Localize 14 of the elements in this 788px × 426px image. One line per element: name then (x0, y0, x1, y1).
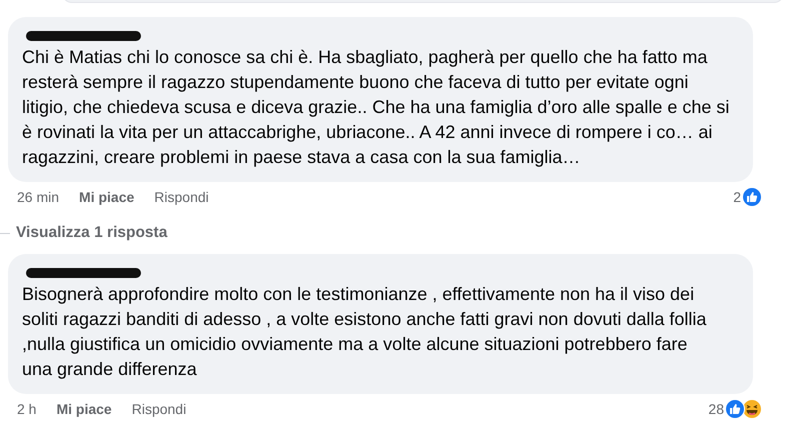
comment-text: Bisognerà approfondire molto con le testimonianze , effettivamente non ha il viso dei soliti ragazzi banditi di adesso , a volte esistono anche fatti gravi non dovuti dalla follia ,nulla giustifica un omicidio ovviamente ma a volte alcune situazioni potrebbero fare una grande differenza (22, 283, 708, 381)
like-icon (725, 399, 745, 419)
reply-link[interactable]: Rispondi (132, 401, 186, 417)
like-icon (742, 187, 762, 207)
comment-text: Chi è Matias chi lo conosce sa chi è. Ha sbagliato, pagherà per quello che ha fatto ma resterà sempre il ragazzo stupendamente buono che faceva di tutto per evitate ogni litigio, che chiedeva scusa e diceva grazie.. Che ha una famiglia d’oro alle spalle e che si è rovinati la vita per un attaccabrighe, ubriacone.. A 42 anni invece di rompere i co… ai ragazzini, creare problemi in paese stava a casa con la sua famiglia… (22, 46, 730, 169)
reaction-count[interactable]: 28 (708, 401, 724, 417)
reaction-count[interactable]: 2 (733, 189, 741, 205)
like-link[interactable]: Mi piace (56, 401, 112, 417)
like-link[interactable]: Mi piace (79, 189, 134, 205)
comment-time[interactable]: 26 min (17, 189, 60, 205)
reply-link[interactable]: Rispondi (154, 189, 209, 205)
laughing-face-icon (742, 399, 762, 419)
comment-time[interactable]: 2 h (17, 401, 36, 417)
view-replies-link[interactable]: Visualizza 1 risposta (16, 224, 168, 242)
